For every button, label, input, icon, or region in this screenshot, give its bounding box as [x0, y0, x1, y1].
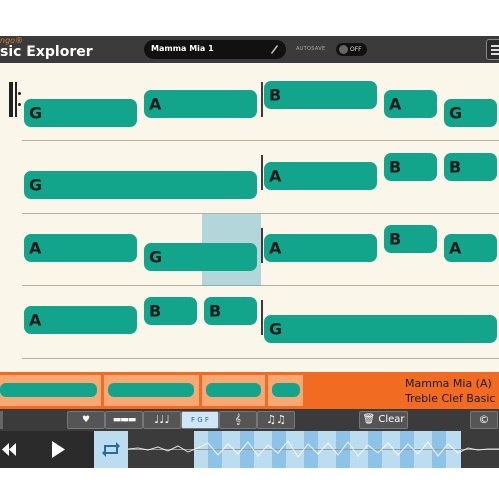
repeat-dot — [18, 92, 21, 95]
trash-icon: 🗑 — [362, 414, 376, 425]
note-block[interactable]: A — [264, 162, 377, 190]
note-names-icon[interactable]: F G F — [181, 411, 219, 429]
song-overview-strip[interactable]: Mamma Mia (A) Treble Clef Basic — [0, 372, 499, 409]
overview-note — [272, 383, 300, 397]
staff-view-icon[interactable]: 𝄞 — [219, 411, 257, 429]
repeat-dot — [18, 103, 21, 106]
waveform-timeline[interactable] — [128, 431, 499, 468]
autosave-label: AUTOSAVE — [296, 46, 326, 52]
note-block[interactable]: A — [144, 90, 257, 118]
play-icon[interactable] — [38, 431, 78, 468]
measure-icon[interactable]: ▬▬▬ — [105, 411, 143, 429]
toggle-knob — [339, 45, 348, 54]
note-block[interactable]: A — [444, 234, 497, 262]
loop-icon[interactable] — [94, 431, 128, 468]
toolbar: ♥ ▬▬▬ ♩♩♩ F G F 𝄞 ♫♫ 🗑 Clear © — [0, 409, 499, 431]
note-block[interactable]: A — [24, 234, 137, 262]
menu-icon[interactable] — [486, 39, 499, 60]
app-title: sic Explorer — [0, 44, 93, 60]
barline — [261, 300, 263, 335]
note-block[interactable]: B — [144, 297, 197, 325]
pencil-icon[interactable] — [269, 43, 279, 55]
staff-line — [22, 358, 499, 359]
note-block[interactable]: B — [204, 297, 257, 325]
repeat-barline-thin — [15, 82, 17, 117]
quarter-notes-icon[interactable]: ♩♩♩ — [143, 411, 181, 429]
page-bottom — [0, 468, 499, 499]
playback-bar — [0, 431, 499, 468]
barline — [261, 82, 263, 117]
note-block[interactable]: B — [384, 153, 437, 181]
staff-notes-icon[interactable]: ♫♫ — [257, 411, 295, 429]
autosave-state: OFF — [350, 46, 362, 53]
note-block[interactable]: B — [384, 225, 437, 253]
note-block[interactable]: A — [384, 90, 437, 118]
overview-song-subtitle: Treble Clef Basic — [405, 392, 496, 405]
note-block[interactable]: B — [444, 153, 497, 181]
heart-icon[interactable]: ♥ — [67, 411, 105, 429]
note-block[interactable]: G — [444, 99, 497, 127]
barline — [261, 155, 263, 190]
song-name-field[interactable]: Mamma Mia 1 — [144, 40, 286, 59]
waveform-icon — [128, 440, 499, 458]
overview-song-title: Mamma Mia (A) — [405, 377, 492, 390]
overview-note — [206, 383, 261, 397]
note-block[interactable]: A — [24, 306, 137, 334]
clear-button[interactable]: 🗑 Clear — [359, 411, 408, 429]
autosave-toggle[interactable]: OFF — [336, 43, 367, 56]
toolbar-stub — [0, 411, 3, 429]
rewind-icon[interactable] — [0, 431, 20, 468]
note-block[interactable]: G — [24, 171, 257, 199]
repeat-barline-icon — [9, 82, 13, 117]
overview-note — [108, 383, 194, 397]
note-block[interactable]: G — [24, 99, 137, 127]
staff-line — [22, 140, 499, 141]
clear-label: Clear — [378, 414, 405, 425]
overview-note — [0, 383, 97, 397]
note-block[interactable]: G — [144, 243, 257, 271]
note-block[interactable]: B — [264, 81, 377, 109]
barline — [261, 228, 263, 263]
note-block[interactable]: A — [264, 234, 377, 262]
copyright-icon[interactable]: © — [470, 411, 498, 429]
header-bar: ngo® sic Explorer Mamma Mia 1 AUTOSAVE O… — [0, 36, 499, 63]
note-block[interactable]: G — [264, 315, 497, 343]
song-name-value: Mamma Mia 1 — [151, 44, 214, 53]
